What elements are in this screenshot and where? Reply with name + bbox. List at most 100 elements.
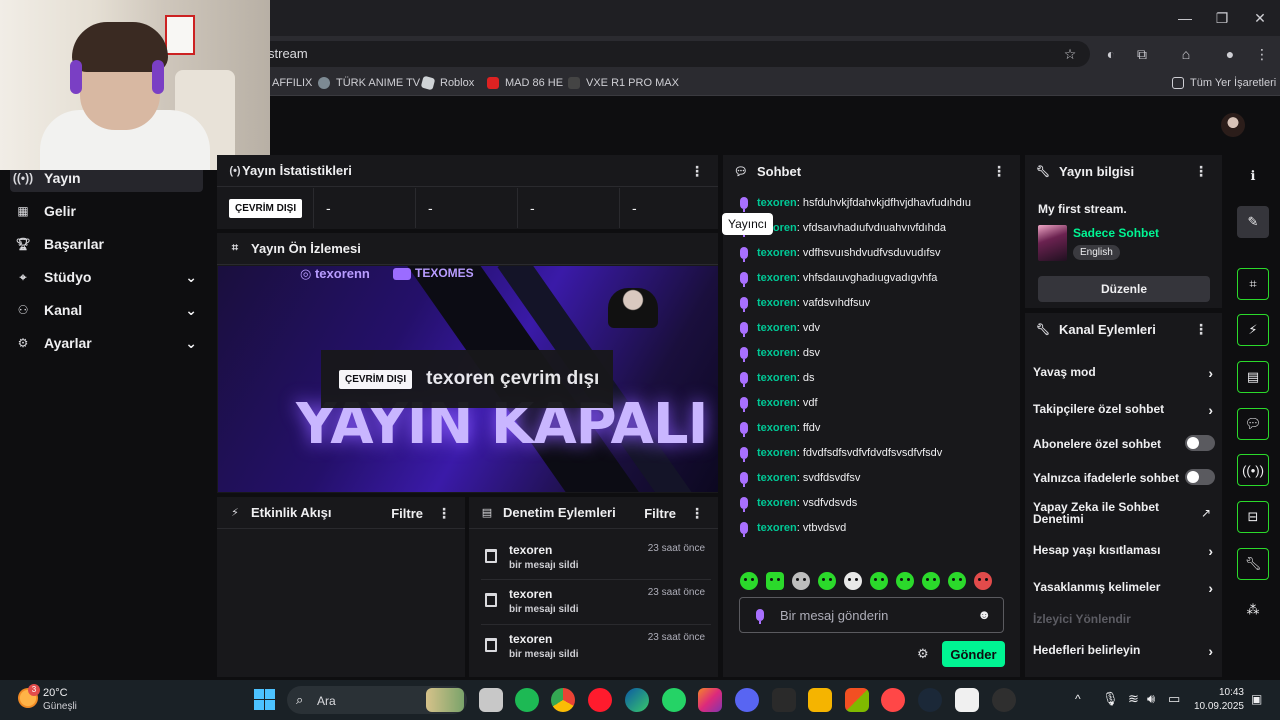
profile-icon[interactable]: ●: [1220, 44, 1240, 64]
clock-time[interactable]: 10:43: [1196, 687, 1244, 698]
edge-icon[interactable]: [625, 688, 649, 712]
emote-icon[interactable]: [740, 572, 758, 590]
kebab-menu-icon[interactable]: ⋮: [437, 505, 451, 522]
chat-username[interactable]: texoren: [757, 297, 797, 309]
chat-username[interactable]: texoren: [757, 347, 797, 359]
broadcast-icon[interactable]: ((•)): [1237, 454, 1269, 486]
minimize-icon[interactable]: —: [1175, 8, 1195, 28]
action-slow-mode[interactable]: Yavaş mod ›: [1033, 365, 1215, 381]
info-icon[interactable]: ℹ: [1237, 160, 1269, 192]
close-icon[interactable]: ✕: [1250, 8, 1270, 28]
bookmark-item[interactable]: VXE R1 PRO MAX: [568, 77, 679, 89]
action-ai-moderation[interactable]: Yapay Zeka ile Sohbet Denetimi: [1033, 501, 1183, 525]
microphone-icon[interactable]: 🎙︎: [1102, 691, 1119, 707]
chat-username[interactable]: texoren: [757, 497, 797, 509]
action-account-age[interactable]: Hesap yaşı kısıtlaması ›: [1033, 543, 1215, 559]
epic-games-icon[interactable]: [772, 688, 796, 712]
user-avatar[interactable]: [1221, 113, 1245, 137]
extension-mask-icon[interactable]: ◐: [1101, 44, 1121, 64]
discord-icon[interactable]: [735, 688, 759, 712]
emote-icon[interactable]: [844, 572, 862, 590]
capcut-icon[interactable]: [955, 688, 979, 712]
emote-icon[interactable]: [974, 572, 992, 590]
kebab-menu-icon[interactable]: ⋮: [690, 163, 704, 180]
chevron-up-icon[interactable]: ^: [1075, 692, 1081, 706]
chat-bubble-icon[interactable]: 💬︎: [1237, 408, 1269, 440]
chrome-icon[interactable]: [551, 688, 575, 712]
chat-username[interactable]: texoren: [757, 522, 797, 534]
action-set-goals[interactable]: Hedefleri belirleyin ›: [1033, 643, 1215, 659]
send-button[interactable]: Gönder: [942, 641, 1005, 667]
star-icon[interactable]: ☆: [1060, 44, 1080, 64]
filter-button[interactable]: Filtre: [644, 506, 676, 521]
extensions-icon[interactable]: ⁂: [1237, 594, 1269, 626]
emote-icon[interactable]: [792, 572, 810, 590]
chat-username[interactable]: texoren: [757, 322, 797, 334]
category-link[interactable]: Sadece Sohbet: [1073, 226, 1159, 240]
kebab-menu-icon[interactable]: ⋮: [992, 163, 1006, 180]
sidebar-item-gelir[interactable]: ▦ Gelir: [10, 197, 203, 225]
battery-icon[interactable]: ▭: [1168, 691, 1180, 707]
menu-dots-icon[interactable]: ⋮: [1252, 44, 1272, 64]
bookmark-item[interactable]: TÜRK ANIME TV: [318, 77, 420, 89]
document-icon[interactable]: ▤: [1237, 361, 1269, 393]
wifi-icon[interactable]: ≋: [1128, 691, 1139, 707]
ea-icon[interactable]: [881, 688, 905, 712]
filter-button[interactable]: Filtre: [391, 506, 423, 521]
bookmark-item[interactable]: MAD 86 HE: [487, 77, 563, 89]
chat-username[interactable]: texoren: [757, 447, 797, 459]
maximize-icon[interactable]: ❐: [1212, 8, 1232, 28]
emote-icon[interactable]: [922, 572, 940, 590]
emote-icon[interactable]: [766, 572, 784, 590]
subscribers-only-toggle[interactable]: [1185, 435, 1215, 451]
language-tag[interactable]: English: [1073, 245, 1120, 260]
external-link-icon[interactable]: ↗: [1201, 506, 1211, 520]
emote-only-toggle[interactable]: [1185, 469, 1215, 485]
bookmark-item[interactable]: AFFILIX: [272, 77, 312, 89]
instagram-icon[interactable]: [698, 688, 722, 712]
emote-icon[interactable]: [870, 572, 888, 590]
steam-icon[interactable]: [918, 688, 942, 712]
clock-date[interactable]: 10.09.2025: [1185, 701, 1244, 712]
obs-icon[interactable]: [992, 688, 1016, 712]
bookmark-item[interactable]: Roblox: [420, 75, 474, 91]
wrench-icon[interactable]: 🔧︎: [1237, 548, 1269, 580]
emote-icon[interactable]: [948, 572, 966, 590]
lightning-icon[interactable]: ⚡︎: [1237, 314, 1269, 346]
notification-icon[interactable]: ▣: [1251, 692, 1262, 706]
chat-username[interactable]: texoren: [757, 372, 797, 384]
sidebar-item-basarilar[interactable]: 🏆︎ Başarılar: [10, 230, 203, 258]
rockstar-icon[interactable]: [808, 688, 832, 712]
incognito-icon[interactable]: ⌂: [1176, 44, 1196, 64]
chat-username[interactable]: texoren: [757, 397, 797, 409]
opera-icon[interactable]: [588, 688, 612, 712]
chat-settings-gear-icon[interactable]: ⚙: [917, 646, 929, 662]
task-view-icon[interactable]: [479, 688, 503, 712]
microsoft-store-icon[interactable]: [845, 688, 869, 712]
whatsapp-icon[interactable]: [662, 688, 686, 712]
sidebar-item-studyo[interactable]: ⌖ Stüdyo ⌄: [10, 263, 203, 291]
spotify-icon[interactable]: [515, 688, 539, 712]
search-highlight-icon[interactable]: [426, 688, 464, 712]
action-banned-words[interactable]: Yasaklanmış kelimeler ›: [1033, 580, 1215, 596]
chat-username[interactable]: texoren: [757, 197, 797, 209]
windows-start-icon[interactable]: [254, 689, 276, 711]
chat-username[interactable]: texoren: [757, 272, 797, 284]
kebab-menu-icon[interactable]: ⋮: [690, 505, 704, 522]
edit-button[interactable]: Düzenle: [1038, 276, 1210, 302]
preview-icon[interactable]: ⌗: [1237, 268, 1269, 300]
emote-icon[interactable]: [818, 572, 836, 590]
kebab-menu-icon[interactable]: ⋮: [1194, 163, 1208, 180]
sidebar-item-ayarlar[interactable]: ⚙ Ayarlar ⌄: [10, 329, 203, 357]
chat-input[interactable]: [780, 606, 970, 624]
emoji-icon[interactable]: ☻: [977, 607, 991, 622]
all-bookmarks[interactable]: Tüm Yer İşaretleri: [1172, 77, 1276, 89]
sidebar-item-kanal[interactable]: ⚇ Kanal ⌄: [10, 296, 203, 324]
chat-username[interactable]: texoren: [757, 422, 797, 434]
chat-username[interactable]: texoren: [757, 472, 797, 484]
emote-icon[interactable]: [896, 572, 914, 590]
pencil-icon[interactable]: ✎: [1237, 206, 1269, 238]
kebab-menu-icon[interactable]: ⋮: [1194, 321, 1208, 338]
chat-username[interactable]: texoren: [757, 247, 797, 259]
action-followers-only[interactable]: Takipçilere özel sohbet ›: [1033, 402, 1215, 418]
